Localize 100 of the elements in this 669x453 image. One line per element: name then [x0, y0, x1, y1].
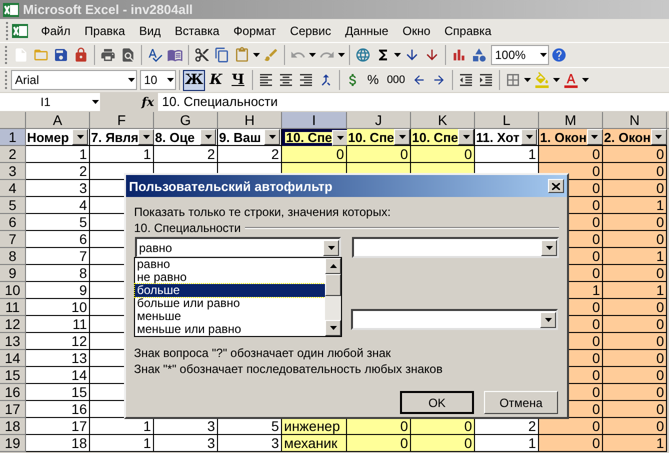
- row-header[interactable]: 6: [0, 214, 26, 231]
- menu-item[interactable]: Правка: [78, 22, 132, 40]
- table-cell: 2: [475, 418, 539, 435]
- row-header[interactable]: 4: [0, 180, 26, 197]
- name-box[interactable]: I1: [0, 93, 100, 111]
- close-button[interactable]: [548, 179, 564, 193]
- column-header[interactable]: I: [282, 112, 347, 128]
- row-header[interactable]: 5: [0, 197, 26, 214]
- caret-icon[interactable]: [309, 53, 316, 57]
- caret-icon[interactable]: [338, 53, 345, 57]
- menu-item[interactable]: Файл: [34, 22, 78, 40]
- row-header[interactable]: 7: [0, 231, 26, 248]
- table-cell: механик: [282, 435, 347, 452]
- caret-icon: [526, 135, 532, 139]
- dropdown-option[interactable]: больше: [135, 284, 325, 297]
- row-header[interactable]: 11: [0, 299, 26, 316]
- dropdown-option[interactable]: меньше или равно: [135, 323, 325, 336]
- row-header[interactable]: 10: [0, 282, 26, 299]
- table-cell: 18: [26, 435, 90, 452]
- caret-icon: [76, 135, 84, 139]
- formula-field[interactable]: 10. Специальности: [158, 93, 669, 111]
- filter-dropdown-button[interactable]: [332, 130, 348, 146]
- cancel-button[interactable]: Отмена: [484, 391, 558, 414]
- font-size-field[interactable]: 10: [140, 70, 176, 90]
- caret-icon[interactable]: [167, 78, 174, 82]
- dropdown-option[interactable]: больше или равно: [135, 297, 325, 310]
- filter-dropdown-button[interactable]: [394, 129, 410, 145]
- underline-button[interactable]: Ч: [227, 70, 249, 90]
- table-cell: 13: [26, 350, 90, 367]
- caret-icon[interactable]: [524, 78, 531, 82]
- italic-button[interactable]: К: [205, 70, 227, 90]
- caret-icon: [655, 135, 662, 139]
- row-header[interactable]: 2: [0, 146, 26, 163]
- table-cell: 0: [347, 435, 411, 452]
- row-header[interactable]: 12: [0, 316, 26, 333]
- scroll-thumb[interactable]: [325, 274, 341, 296]
- bold-button[interactable]: Ж: [183, 70, 205, 90]
- filter-dropdown-button[interactable]: [458, 129, 474, 145]
- dropdown-arrow-button[interactable]: [540, 312, 556, 328]
- menu-item[interactable]: Вставка: [168, 22, 226, 40]
- table-cell: 3: [154, 435, 218, 452]
- thousands-button[interactable]: 000: [383, 72, 409, 88]
- menu-item[interactable]: Формат: [226, 22, 284, 40]
- percent-button[interactable]: %: [363, 70, 383, 90]
- menu-item[interactable]: Вид: [132, 22, 168, 40]
- filter-dropdown-button[interactable]: [650, 129, 667, 145]
- table-cell: 0: [603, 401, 667, 418]
- caret-icon[interactable]: [394, 53, 401, 57]
- dropdown-arrow-button[interactable]: [323, 240, 339, 256]
- row-header[interactable]: 18: [0, 418, 26, 435]
- row-header[interactable]: 14: [0, 350, 26, 367]
- scrollbar[interactable]: [325, 258, 341, 336]
- row-header[interactable]: 3: [0, 163, 26, 180]
- caret-icon[interactable]: [128, 78, 135, 82]
- filter-dropdown-button[interactable]: [138, 129, 154, 145]
- row-header[interactable]: 9: [0, 265, 26, 282]
- zoom-field[interactable]: 100%: [491, 45, 549, 65]
- operator-dropdown[interactable]: равно: [135, 237, 341, 258]
- menu-item[interactable]: Справка: [437, 22, 498, 40]
- filter-dropdown-button[interactable]: [264, 129, 280, 145]
- menu-item[interactable]: Окно: [395, 22, 438, 40]
- table-cell: 11: [26, 316, 90, 333]
- table-cell: 1: [90, 435, 154, 452]
- row-header[interactable]: 17: [0, 401, 26, 418]
- font-field[interactable]: Arial: [11, 70, 137, 90]
- menu-item[interactable]: Сервис: [283, 22, 338, 40]
- value-dropdown[interactable]: [351, 309, 558, 330]
- filter-dropdown-button[interactable]: [521, 129, 537, 145]
- filter-dropdown-button[interactable]: [200, 129, 216, 145]
- filter-dropdown-button[interactable]: [586, 129, 603, 145]
- caret-icon[interactable]: [553, 78, 560, 82]
- dropdown-arrow-button[interactable]: [541, 240, 557, 256]
- menu-item[interactable]: Данные: [338, 22, 396, 40]
- table-cell: 0: [411, 146, 475, 163]
- value-dropdown[interactable]: [352, 237, 559, 258]
- row-header[interactable]: 1: [0, 129, 26, 146]
- caret-icon[interactable]: [582, 78, 589, 82]
- table-cell: 10: [26, 299, 90, 316]
- scroll-up-button[interactable]: [325, 258, 341, 274]
- function-label[interactable]: fx: [104, 93, 154, 111]
- caret-icon[interactable]: [540, 53, 547, 57]
- caret-icon[interactable]: [92, 100, 99, 104]
- row-header[interactable]: 13: [0, 333, 26, 350]
- caret-icon[interactable]: [253, 53, 260, 57]
- dropdown-option[interactable]: не равно: [135, 271, 325, 284]
- caret-icon: [462, 135, 470, 139]
- table-cell: 0: [603, 146, 667, 163]
- caret-icon: [330, 326, 336, 330]
- row-header[interactable]: 8: [0, 248, 26, 265]
- dropdown-option[interactable]: меньше: [135, 310, 325, 323]
- dropdown-option[interactable]: равно: [135, 258, 325, 271]
- filter-dropdown-button[interactable]: [72, 129, 88, 145]
- table-cell: 2: [154, 146, 218, 163]
- row-header[interactable]: 15: [0, 367, 26, 384]
- table-cell: 12: [26, 333, 90, 350]
- row-header[interactable]: 16: [0, 384, 26, 401]
- row-header[interactable]: 19: [0, 435, 26, 452]
- scroll-down-button[interactable]: [325, 320, 341, 336]
- ok-button[interactable]: OK: [400, 391, 474, 414]
- group-label: 10. Специальности: [134, 221, 242, 235]
